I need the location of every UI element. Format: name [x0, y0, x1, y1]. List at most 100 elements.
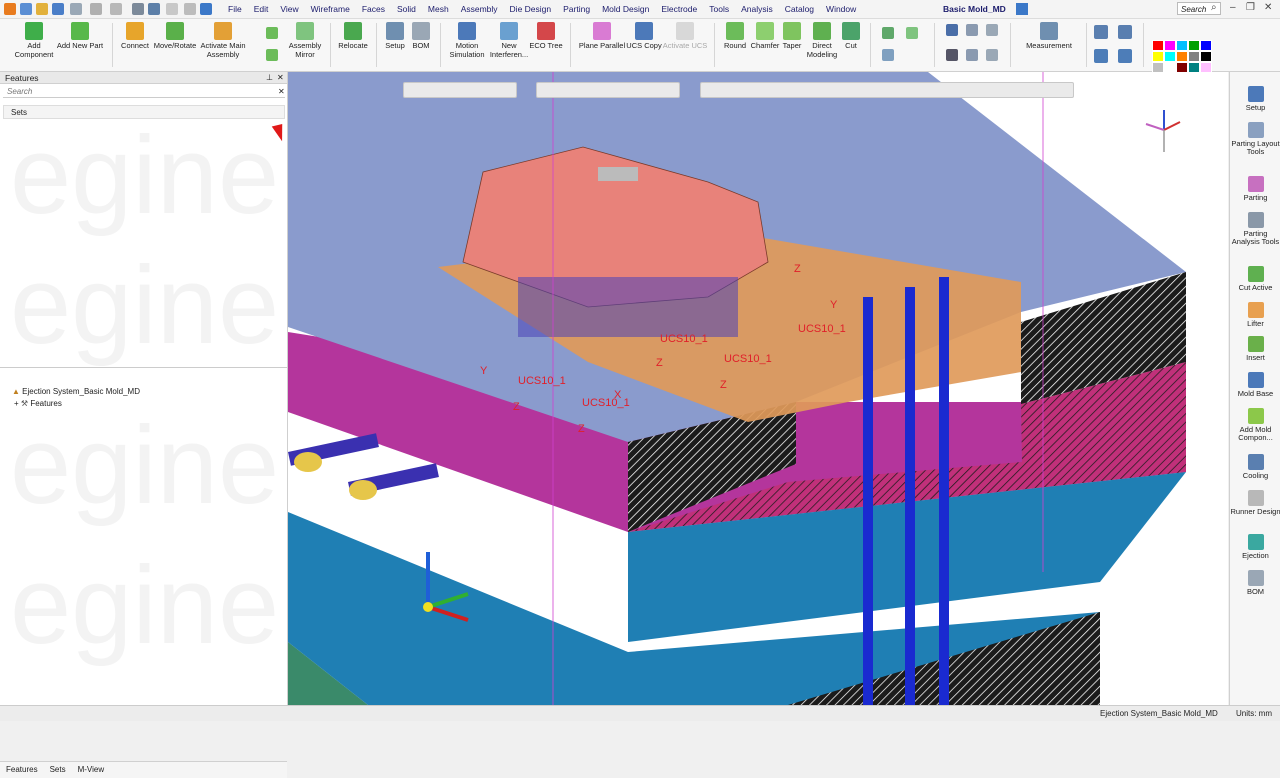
motion-simulation-button[interactable]: Motion Simulation — [444, 22, 490, 59]
expand-icon[interactable]: + — [14, 399, 19, 408]
relocate-button[interactable]: Relocate — [334, 22, 372, 51]
color-swatch[interactable] — [1200, 51, 1212, 62]
menu-window[interactable]: Window — [820, 0, 862, 18]
sidebar-item-insert[interactable]: Insert — [1230, 336, 1280, 362]
sidebar-item-cooling[interactable]: Cooling — [1230, 454, 1280, 480]
sidebar-item-setup[interactable]: Setup — [1230, 86, 1280, 112]
sidebar-item-parting[interactable]: Parting — [1230, 176, 1280, 202]
menu-assembly[interactable]: Assembly — [455, 0, 504, 18]
zoom-icon[interactable] — [1094, 25, 1108, 39]
measurement-button[interactable]: Measurement — [1020, 22, 1078, 51]
print-icon[interactable] — [70, 3, 82, 15]
eco-tree-button[interactable]: ECO Tree — [529, 22, 563, 51]
chamfer-button[interactable]: Chamfer — [749, 22, 781, 51]
plane-parallel-button[interactable]: Plane Parallel — [578, 22, 626, 51]
sidebar-item-bom[interactable]: BOM — [1230, 570, 1280, 596]
window-icon[interactable] — [200, 3, 212, 15]
tab-m-view[interactable]: M-View — [72, 762, 111, 778]
activate-main-assembly-button[interactable]: Activate Main Assembly — [198, 22, 248, 59]
selection-toolbar[interactable] — [403, 82, 517, 98]
ucs-copy-button[interactable]: UCS Copy — [625, 22, 663, 51]
menu-view[interactable]: View — [274, 0, 304, 18]
round-button[interactable]: Round — [722, 22, 748, 51]
datum-icon[interactable] — [986, 24, 998, 36]
symbol-icon[interactable] — [966, 49, 978, 61]
new-interference-button[interactable]: New Interferen... — [487, 22, 531, 59]
menu-analysis[interactable]: Analysis — [735, 0, 779, 18]
panel-close-icon[interactable]: ✕ — [277, 73, 284, 82]
array-icon[interactable] — [266, 49, 278, 61]
view-toolbar[interactable] — [536, 82, 680, 98]
dimension-icon[interactable] — [946, 24, 958, 36]
save-icon[interactable] — [52, 3, 64, 15]
add-component-button[interactable]: Add Component — [10, 22, 58, 59]
trim-icon[interactable] — [882, 49, 894, 61]
app-logo-icon[interactable] — [4, 3, 16, 15]
color-swatch[interactable] — [1176, 40, 1188, 51]
cut-button[interactable]: Cut — [840, 22, 862, 51]
pin-icon[interactable]: ⊥ — [266, 73, 273, 82]
sidebar-item-add-mold-component[interactable]: Add Mold Compon... — [1230, 408, 1280, 442]
taper-button[interactable]: Taper — [780, 22, 804, 51]
pattern-icon[interactable] — [266, 27, 278, 39]
menu-faces[interactable]: Faces — [356, 0, 391, 18]
setup-button[interactable]: Setup — [380, 22, 410, 51]
graphics-viewport[interactable]: UCS10_1 UCS10_1 UCS10_1 UCS10_1 UCS10_1 … — [288, 72, 1228, 705]
menu-catalog[interactable]: Catalog — [779, 0, 820, 18]
menu-mesh[interactable]: Mesh — [422, 0, 455, 18]
sidebar-item-parting-layout-tools[interactable]: Parting Layout Tools — [1230, 122, 1280, 156]
zoom-fit-icon[interactable] — [1094, 49, 1108, 63]
color-swatch[interactable] — [1152, 51, 1164, 62]
color-swatch[interactable] — [1164, 40, 1176, 51]
menu-solid[interactable]: Solid — [391, 0, 422, 18]
table-icon[interactable] — [986, 49, 998, 61]
menu-wireframe[interactable]: Wireframe — [305, 0, 356, 18]
sets-header[interactable]: Sets — [3, 105, 285, 119]
menu-parting[interactable]: Parting — [557, 0, 596, 18]
search-icon[interactable]: ⌕ — [1211, 2, 1217, 13]
menu-electrode[interactable]: Electrode — [655, 0, 703, 18]
menu-mold-design[interactable]: Mold Design — [596, 0, 655, 18]
history-icon[interactable] — [184, 3, 196, 15]
display-toolbar[interactable] — [700, 82, 1074, 98]
activate-ucs-button[interactable]: Activate UCS — [662, 22, 708, 51]
connect-button[interactable]: Connect — [119, 22, 151, 51]
color-swatch[interactable] — [1152, 40, 1164, 51]
color-swatch[interactable] — [1188, 51, 1200, 62]
feature-search-input[interactable]: Search — [3, 86, 285, 98]
new-file-icon[interactable] — [20, 3, 32, 15]
tab-features[interactable]: Features — [0, 762, 44, 778]
text-icon[interactable] — [946, 49, 958, 61]
add-new-part-button[interactable]: Add New Part — [56, 22, 104, 51]
open-file-icon[interactable] — [36, 3, 48, 15]
extend-icon[interactable] — [906, 27, 918, 39]
zoom-window-icon[interactable] — [1118, 25, 1132, 39]
sidebar-item-cut-active[interactable]: Cut Active — [1230, 266, 1280, 292]
bom-button[interactable]: BOM — [408, 22, 434, 51]
dimension-tools-icon[interactable] — [966, 24, 978, 36]
menu-edit[interactable]: Edit — [248, 0, 275, 18]
layout-icon[interactable] — [1016, 3, 1028, 15]
split-icon[interactable] — [882, 27, 894, 39]
select-icon[interactable] — [132, 3, 144, 15]
sidebar-item-runner-design[interactable]: Runner Design — [1230, 490, 1280, 516]
assembly-mirror-button[interactable]: Assembly Mirror — [284, 22, 326, 59]
tree-root[interactable]: ▲ Ejection System_Basic Mold_MD — [12, 386, 140, 397]
color-swatch[interactable] — [1200, 40, 1212, 51]
minimize-icon[interactable]: – — [1230, 2, 1236, 13]
tree-features[interactable]: + ⚒ Features — [14, 398, 62, 409]
close-icon[interactable]: ✕ — [1264, 2, 1272, 13]
tab-sets[interactable]: Sets — [44, 762, 72, 778]
panel-splitter[interactable] — [0, 367, 287, 368]
pan-icon[interactable] — [1118, 49, 1132, 63]
color-swatch[interactable] — [1188, 40, 1200, 51]
sidebar-item-ejection[interactable]: Ejection — [1230, 534, 1280, 560]
restore-icon[interactable]: ❐ — [1246, 2, 1255, 13]
clear-search-icon[interactable]: ✕ — [278, 87, 285, 96]
menu-file[interactable]: File — [222, 0, 248, 18]
menu-die-design[interactable]: Die Design — [504, 0, 558, 18]
undo-icon[interactable] — [148, 3, 160, 15]
move-rotate-button[interactable]: Move/Rotate — [151, 22, 199, 51]
color-swatch[interactable] — [1164, 51, 1176, 62]
redo-icon[interactable] — [166, 3, 178, 15]
